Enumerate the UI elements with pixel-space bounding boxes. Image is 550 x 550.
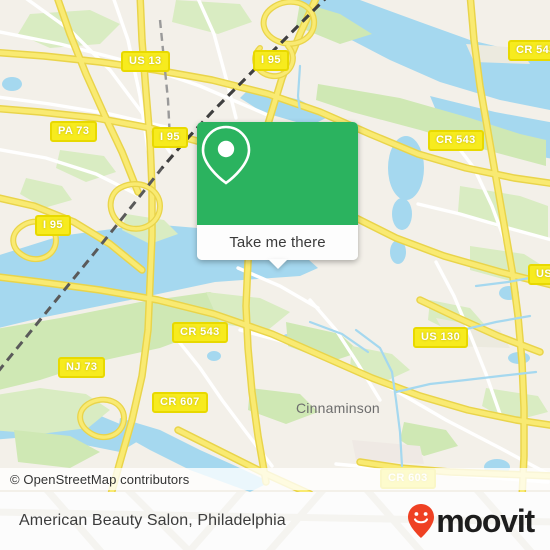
road-shield: I 95 [253,50,289,71]
take-me-there-label: Take me there [229,234,326,251]
page-title: American Beauty Salon, Philadelphia [19,512,286,529]
footer-bar: American Beauty Salon, Philadelphia moov… [0,492,550,550]
road-shield: US 13 [121,51,170,72]
popup-tail [267,259,288,269]
map-attribution[interactable]: © OpenStreetMap contributors [0,468,550,490]
map-screenshot: US 13 I 95 CR 543 PA 73 I 95 CR 543 I 95… [0,0,550,550]
popup-pin-panel [197,122,358,225]
road-shield: US 130 [413,327,469,348]
road-shield: CR 607 [152,392,208,413]
take-me-there-button[interactable]: Take me there [197,225,358,269]
attribution-text: © OpenStreetMap contributors [10,471,190,487]
road-shield: CR 543 [428,130,484,151]
moovit-brand[interactable]: moovit [407,503,535,539]
road-shield: CR 543 [172,322,228,343]
road-shield: NJ 73 [58,357,106,378]
moovit-pin-smile-icon [408,504,435,538]
location-popup-card[interactable]: Take me there [197,122,358,269]
road-shield: CR 543 [508,40,550,61]
road-shield: I 95 [35,215,71,236]
map-canvas[interactable]: US 13 I 95 CR 543 PA 73 I 95 CR 543 I 95… [0,0,550,492]
road-shield: US [528,264,550,285]
road-shield: I 95 [152,127,188,148]
place-label-cinnaminson: Cinnaminson [296,400,380,416]
map-pin-icon [201,125,251,185]
moovit-wordmark: moovit [436,503,535,539]
road-shield: PA 73 [50,121,98,142]
